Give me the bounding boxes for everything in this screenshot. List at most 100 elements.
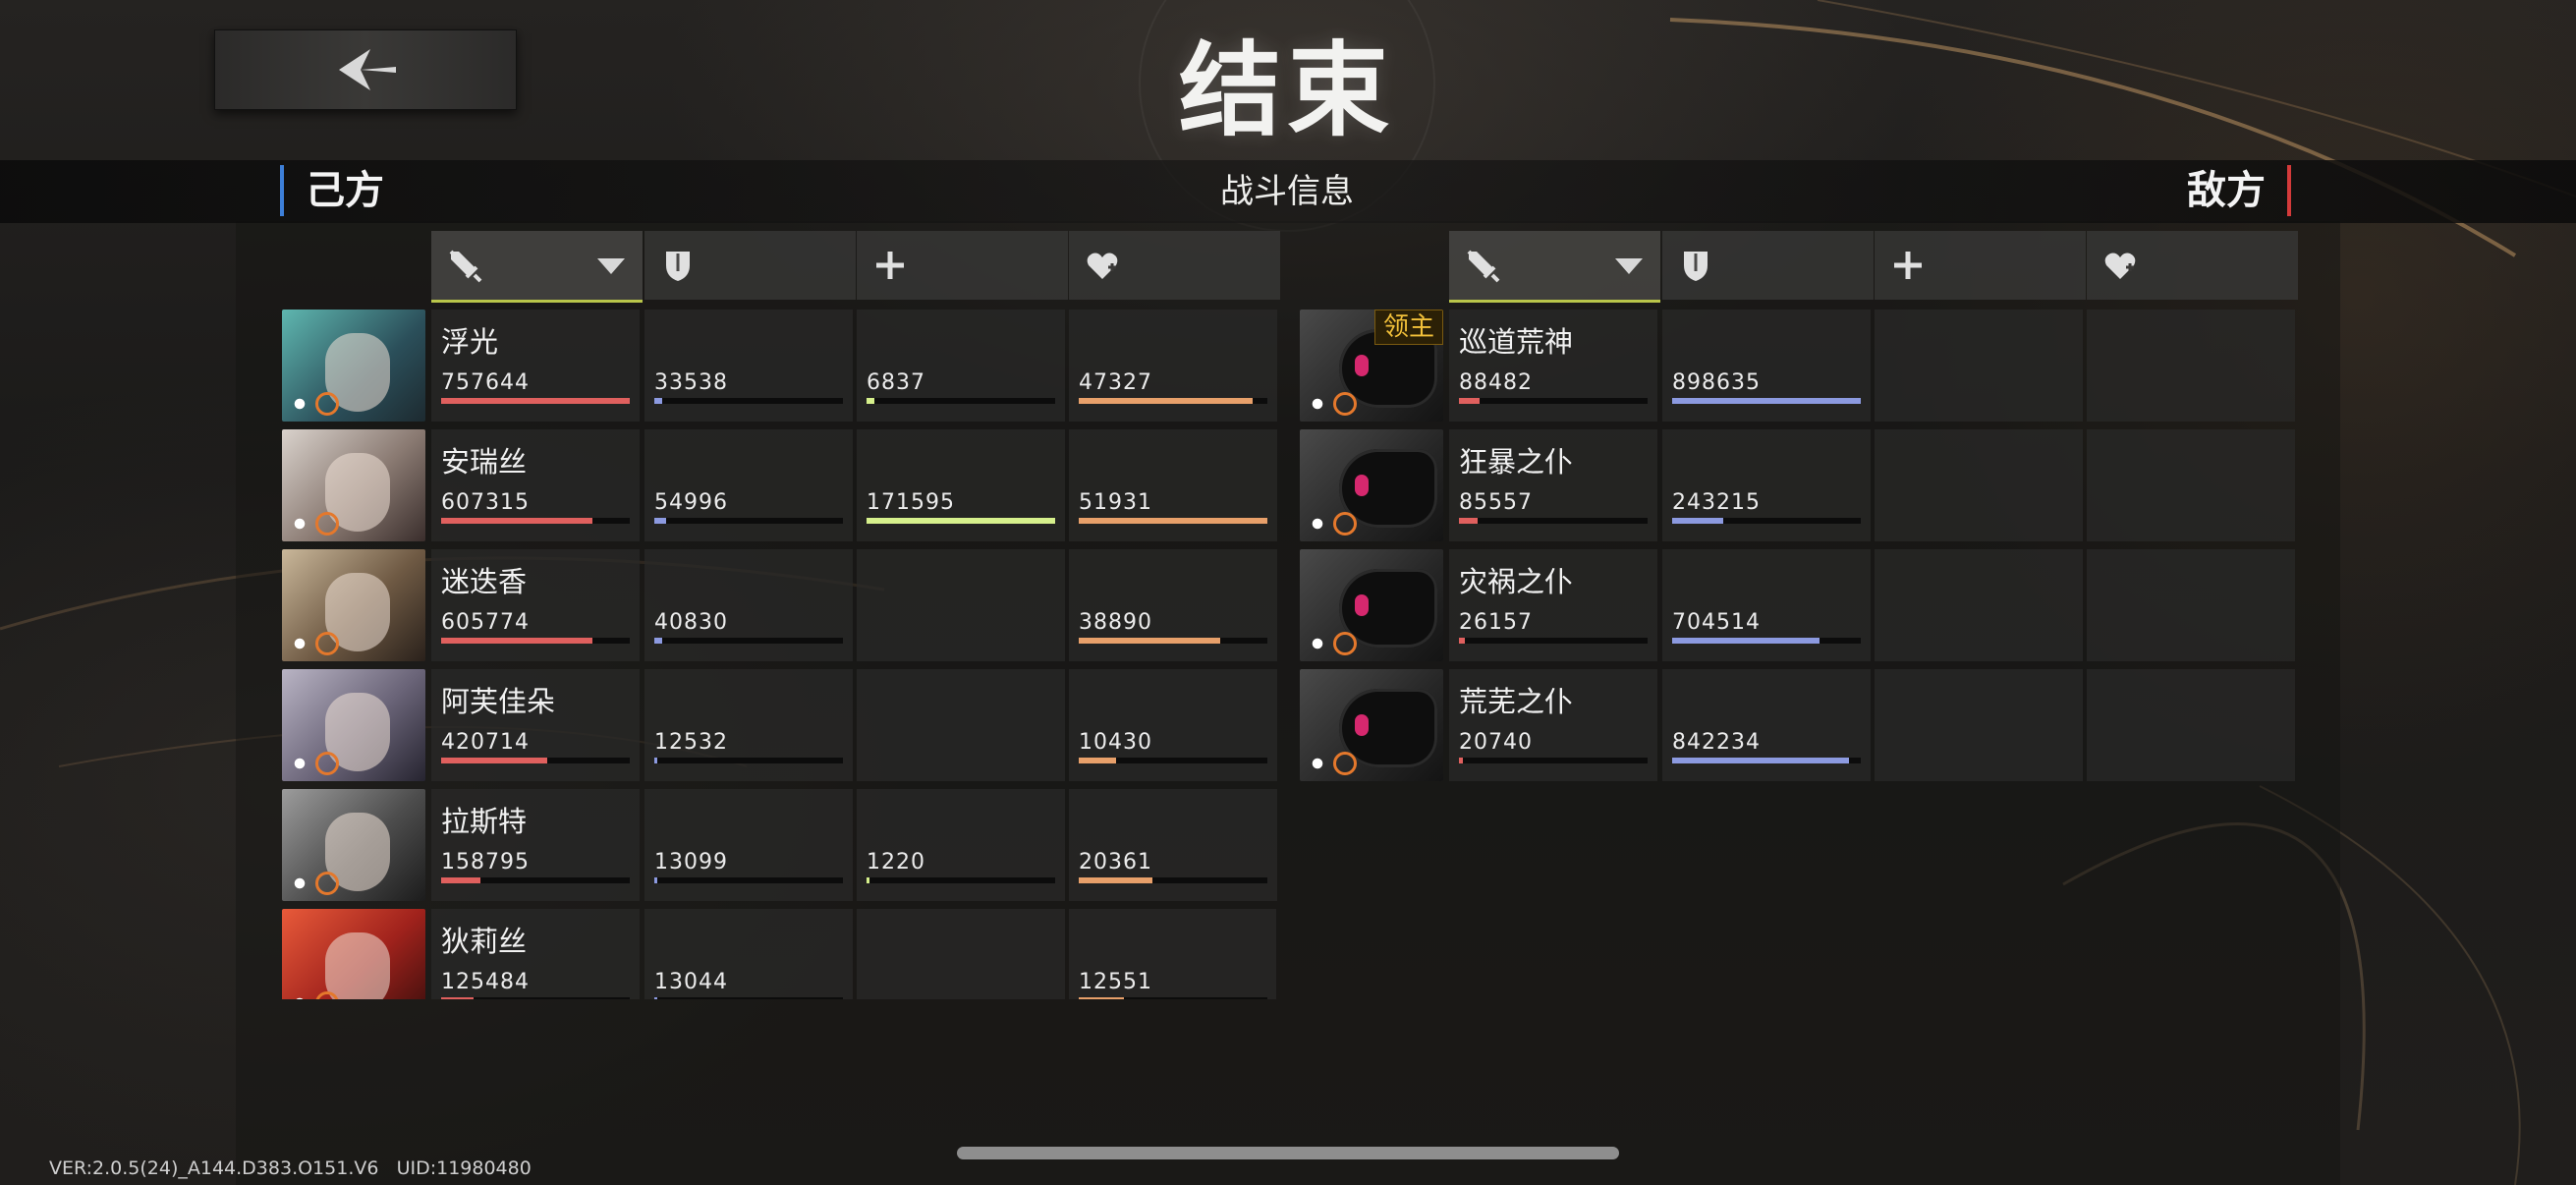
damage-bar-fill [1459,518,1479,524]
class-icon [1306,392,1329,416]
character-face [325,932,390,999]
enemy-row[interactable]: 荒芜之仆 20740 842234 [1300,669,2295,781]
received-value: 38890 [1079,610,1152,635]
ally-row[interactable]: 浮光 757644 33538 6837 47327 [282,310,1277,422]
class-icon [288,991,311,999]
damage-value: 20740 [1459,730,1533,755]
heal-bar-fill [867,877,869,883]
shield-value: 40830 [654,610,728,635]
unit-name: 灾祸之仆 [1459,565,1574,598]
back-arrow-icon [339,49,396,90]
unit-name: 迷迭香 [441,565,528,598]
received-bar [1079,758,1267,763]
shield-cell: 12532 [644,669,853,781]
enemy-row[interactable]: 灾祸之仆 26157 704514 [1300,549,2295,661]
heal-cell [857,669,1065,781]
heal-cell [857,549,1065,661]
shield-bar [654,398,843,404]
heal-cell: 6837 [857,310,1065,422]
enemy-row[interactable]: 狂暴之仆 85557 243215 [1300,429,2295,541]
unit-portrait[interactable] [1300,549,1443,661]
shield-bar [654,518,843,524]
shield-value: 243215 [1672,490,1761,515]
back-button[interactable] [214,29,517,110]
unit-name: 狂暴之仆 [1459,445,1574,479]
enemy-row[interactable]: 领主 巡道荒神 88482 898635 [1300,310,2295,422]
shield-cell: 898635 [1662,310,1871,422]
shield-value: 704514 [1672,610,1761,635]
heal-cell [1875,549,2083,661]
damage-bar-fill [441,638,592,644]
sword-icon [449,250,482,283]
shield-bar-fill [1672,518,1723,524]
ally-row[interactable]: 拉斯特 158795 13099 1220 20361 [282,789,1277,901]
damage-bar [441,398,630,404]
enemy-column-header-shield[interactable] [1662,231,1874,300]
damage-value: 420714 [441,730,530,755]
received-value: 12551 [1079,970,1152,994]
element-icon [1333,392,1357,416]
unit-portrait[interactable] [282,789,425,901]
ally-row[interactable]: 迷迭香 605774 40830 38890 [282,549,1277,661]
received-bar-fill [1079,518,1267,524]
unit-name: 狄莉丝 [441,925,528,958]
shield-value: 13099 [654,850,728,875]
boss-badge: 领主 [1373,310,1443,345]
sword-icon [1467,250,1500,283]
ally-row[interactable]: 狄莉丝 125484 13044 12551 [282,909,1276,999]
damage-value: 158795 [441,850,530,875]
unit-portrait[interactable] [282,549,425,661]
element-icon [315,632,339,655]
column-header-received[interactable] [1069,231,1280,300]
unit-portrait[interactable] [1300,429,1443,541]
shield-bar [654,638,843,644]
column-header-damage[interactable] [431,231,643,303]
received-value: 51931 [1079,490,1152,515]
column-header-shield[interactable] [644,231,856,300]
damage-bar [441,518,630,524]
damage-bar-fill [1459,398,1481,404]
shield-value: 13044 [654,970,728,994]
damage-cell: 安瑞丝 607315 [431,429,640,541]
received-cell: 51931 [1069,429,1277,541]
damage-bar-fill [441,518,592,524]
unit-name: 巡道荒神 [1459,325,1574,359]
class-icon [1306,632,1329,655]
unit-portrait[interactable]: 领主 [1300,310,1443,422]
enemy-column-header-heal[interactable] [1875,231,2086,300]
damage-bar [1459,758,1648,763]
unit-portrait[interactable] [282,310,425,422]
received-cell [2087,669,2295,781]
shield-value: 898635 [1672,370,1761,395]
unit-portrait[interactable] [1300,669,1443,781]
shield-bar [1672,758,1861,763]
shield-icon [666,252,690,281]
unit-portrait[interactable] [282,669,425,781]
heal-cell: 1220 [857,789,1065,901]
received-bar-fill [1079,877,1152,883]
enemy-stats-table: 领主 巡道荒神 88482 898635 狂暴之仆 85557 243215 灾祸之仆 2615… [1300,231,2298,1007]
received-value: 10430 [1079,730,1152,755]
sort-desc-icon [1615,258,1643,274]
heal-bar-fill [867,398,874,404]
ally-row[interactable]: 安瑞丝 607315 54996 171595 51931 [282,429,1277,541]
home-indicator-bar[interactable] [957,1147,1619,1159]
damage-cell: 巡道荒神 88482 [1449,310,1657,422]
shield-value: 54996 [654,490,728,515]
class-icon [1306,512,1329,536]
received-bar-fill [1079,398,1253,404]
unit-portrait[interactable] [282,429,425,541]
enemy-column-header-damage[interactable] [1449,231,1660,303]
shield-cell: 243215 [1662,429,1871,541]
enemy-glow-mark [1355,594,1369,616]
unit-name: 荒芜之仆 [1459,685,1574,718]
received-cell: 47327 [1069,310,1277,422]
enemy-column-header-received[interactable] [2087,231,2298,300]
column-header-heal[interactable] [857,231,1068,300]
damage-bar-fill [441,997,474,999]
unit-portrait[interactable] [282,909,425,999]
damage-cell: 拉斯特 158795 [431,789,640,901]
ally-row[interactable]: 阿芙佳朵 420714 12532 10430 [282,669,1277,781]
damage-cell: 灾祸之仆 26157 [1449,549,1657,661]
class-icon [288,632,311,655]
